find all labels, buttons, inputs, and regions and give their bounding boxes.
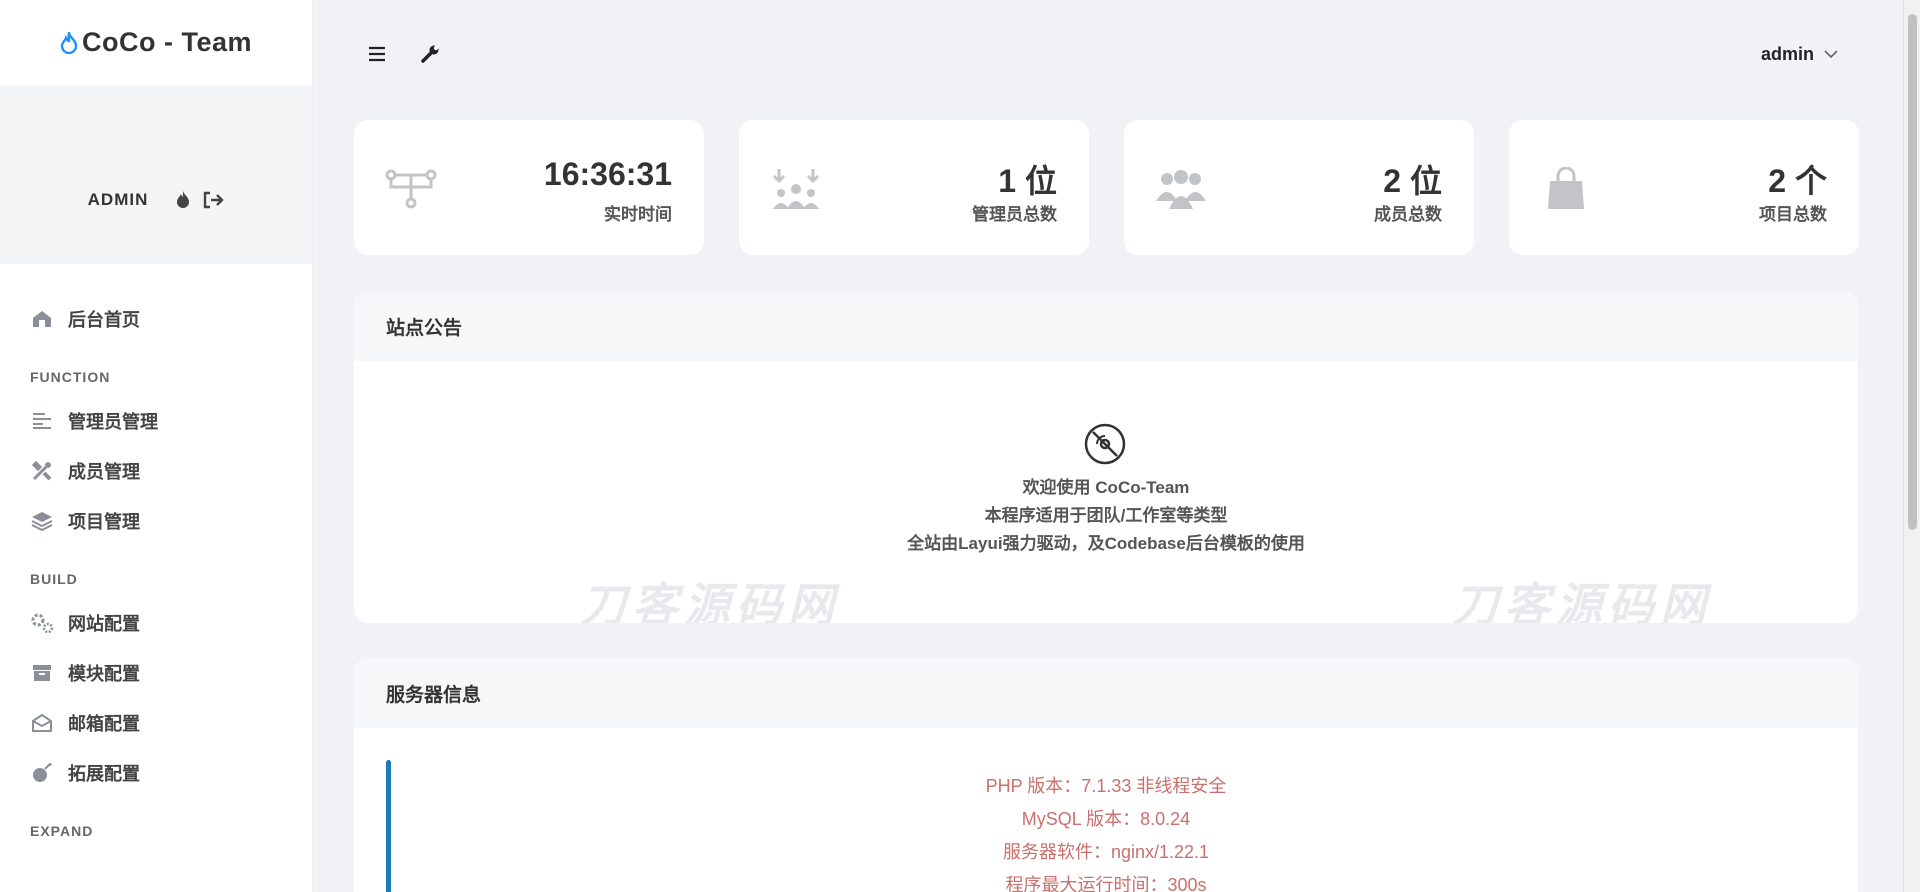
announcement-line: 本程序适用于团队/工作室等类型 — [984, 506, 1228, 525]
announcement-panel: 站点公告 欢迎使用 CoCo-Team 本程序适用于团队/工作室等类型 全站由L… — [354, 291, 1858, 623]
sidebar: CoCo - Team ADMIN 后台首页 FUNCTION 管理员管理 成员… — [0, 0, 313, 892]
sidebar-item-label: 邮箱配置 — [68, 714, 140, 734]
sidebar-item-label: 模块配置 — [68, 664, 140, 684]
watermark-text: 刀客源码网 — [580, 579, 840, 623]
sidebar-item-mail-config[interactable]: 邮箱配置 — [0, 698, 312, 748]
sidebar-menu: 后台首页 FUNCTION 管理员管理 成员管理 项目管理 BUILD 网站配置… — [0, 264, 312, 850]
admin-group-icon — [769, 162, 823, 216]
sidebar-item-label: 项目管理 — [68, 512, 140, 532]
sidebar-item-label: 后台首页 — [68, 310, 140, 330]
profile-area: ADMIN — [0, 85, 312, 264]
server-info-line: 程序最大运行时间：300s — [1005, 875, 1207, 892]
section-label-function: FUNCTION — [30, 369, 111, 385]
stat-card-members[interactable]: 2 位 成员总数 — [1124, 120, 1474, 255]
sidebar-item-label: 成员管理 — [68, 462, 140, 482]
stat-label: 项目总数 — [1759, 205, 1827, 224]
page-scrollbar[interactable] — [1903, 0, 1920, 892]
announcement-body: 欢迎使用 CoCo-Team 本程序适用于团队/工作室等类型 全站由Layui强… — [354, 361, 1858, 623]
box-icon — [30, 661, 54, 685]
server-info-line: 服务器软件：nginx/1.22.1 — [1002, 842, 1210, 862]
profile-name[interactable]: ADMIN — [88, 190, 149, 210]
home-icon — [30, 307, 54, 331]
stat-label: 成员总数 — [1374, 205, 1442, 224]
panel-title: 站点公告 — [354, 291, 1858, 361]
network-icon — [384, 162, 438, 216]
logout-icon[interactable] — [202, 189, 225, 211]
server-info-body: PHP 版本：7.1.33 非线程安全 MySQL 版本：8.0.24 服务器软… — [354, 728, 1858, 892]
wrench-icon[interactable] — [416, 40, 444, 68]
stat-label: 实时时间 — [604, 205, 672, 224]
disc-icon — [1084, 423, 1126, 465]
sidebar-item-module-config[interactable]: 模块配置 — [0, 648, 312, 698]
panel-title: 服务器信息 — [354, 658, 1858, 728]
sidebar-item-site-config[interactable]: 网站配置 — [0, 598, 312, 648]
watermark-text: 刀客源码网 — [1452, 579, 1712, 623]
server-info-panel: 服务器信息 PHP 版本：7.1.33 非线程安全 MySQL 版本：8.0.2… — [354, 658, 1858, 892]
bomb-icon — [30, 761, 54, 785]
announcement-line: 欢迎使用 CoCo-Team — [1022, 478, 1190, 497]
stat-value: 2 位 — [1383, 163, 1442, 199]
chevron-down-icon — [1824, 49, 1838, 59]
stat-card-time[interactable]: 16:36:31 实时时间 — [354, 120, 704, 255]
brand-title: CoCo - Team — [81, 27, 252, 57]
users-icon — [1154, 162, 1208, 216]
brand-logo[interactable]: CoCo - Team — [0, 0, 312, 85]
sidebar-item-label: 网站配置 — [68, 614, 140, 634]
sidebar-item-member-management[interactable]: 成员管理 — [0, 446, 312, 496]
stat-card-projects[interactable]: 2 个 项目总数 — [1509, 120, 1859, 255]
server-info-line: PHP 版本：7.1.33 非线程安全 — [985, 776, 1227, 796]
list-icon — [30, 409, 54, 433]
sidebar-item-admin-management[interactable]: 管理员管理 — [0, 396, 312, 446]
section-label-build: BUILD — [30, 571, 78, 587]
envelope-icon — [30, 711, 54, 735]
sidebar-item-label: 管理员管理 — [68, 412, 158, 432]
stat-value: 1 位 — [998, 163, 1057, 199]
section-label-expand: EXPAND — [30, 823, 94, 839]
flame-icon[interactable] — [172, 189, 194, 211]
sidebar-item-extension-config[interactable]: 拓展配置 — [0, 748, 312, 798]
scrollbar-thumb[interactable] — [1908, 14, 1917, 530]
stat-card-admins[interactable]: 1 位 管理员总数 — [739, 120, 1089, 255]
shopping-bag-icon — [1539, 162, 1593, 216]
sidebar-item-home[interactable]: 后台首页 — [0, 294, 312, 344]
menu-toggle-icon[interactable] — [363, 40, 391, 68]
stat-label: 管理员总数 — [972, 205, 1057, 224]
sidebar-item-project-management[interactable]: 项目管理 — [0, 496, 312, 546]
server-info-line: MySQL 版本：8.0.24 — [1021, 809, 1191, 829]
stat-value: 2 个 — [1768, 163, 1827, 199]
tools-icon — [30, 459, 54, 483]
user-menu[interactable]: admin — [1761, 40, 1838, 68]
layers-icon — [30, 509, 54, 533]
cogs-icon — [30, 611, 54, 635]
announcement-line: 全站由Layui强力驱动，及Codebase后台模板的使用 — [907, 534, 1305, 553]
user-name: admin — [1760, 43, 1814, 64]
stat-value: 16:36:31 — [543, 156, 672, 192]
flame-icon — [60, 31, 78, 54]
sidebar-item-label: 拓展配置 — [68, 764, 140, 784]
top-bar: admin — [313, 0, 1903, 110]
